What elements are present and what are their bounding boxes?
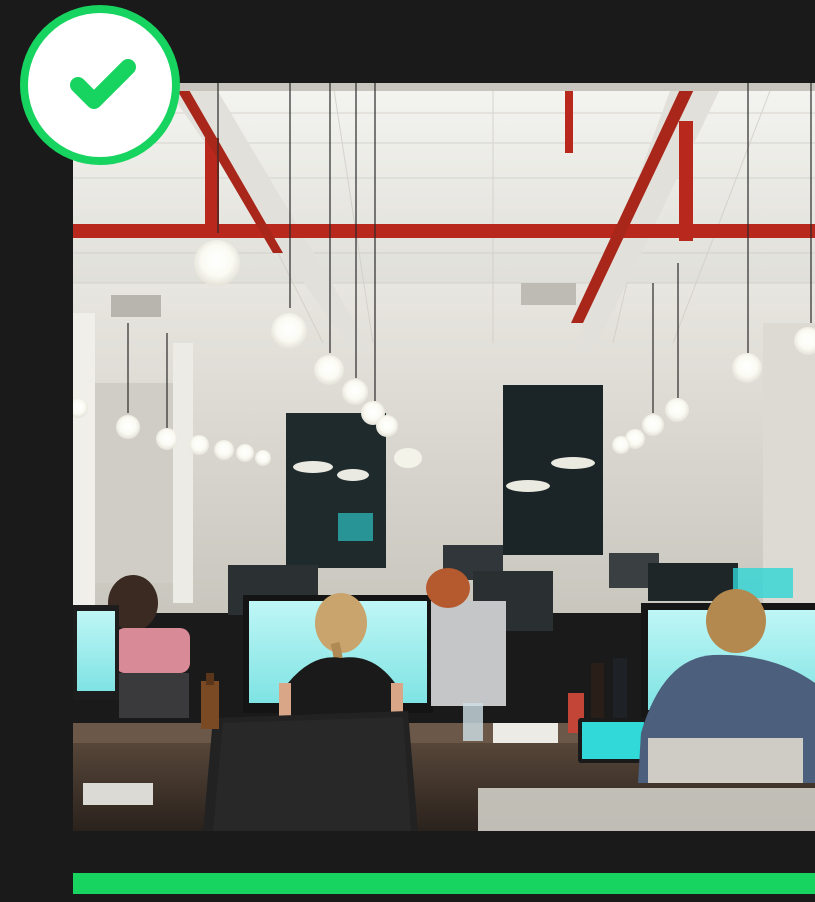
approved-badge xyxy=(20,5,180,165)
accent-bar xyxy=(73,873,815,894)
office-photo xyxy=(73,83,815,831)
checkmark-icon xyxy=(70,59,136,109)
